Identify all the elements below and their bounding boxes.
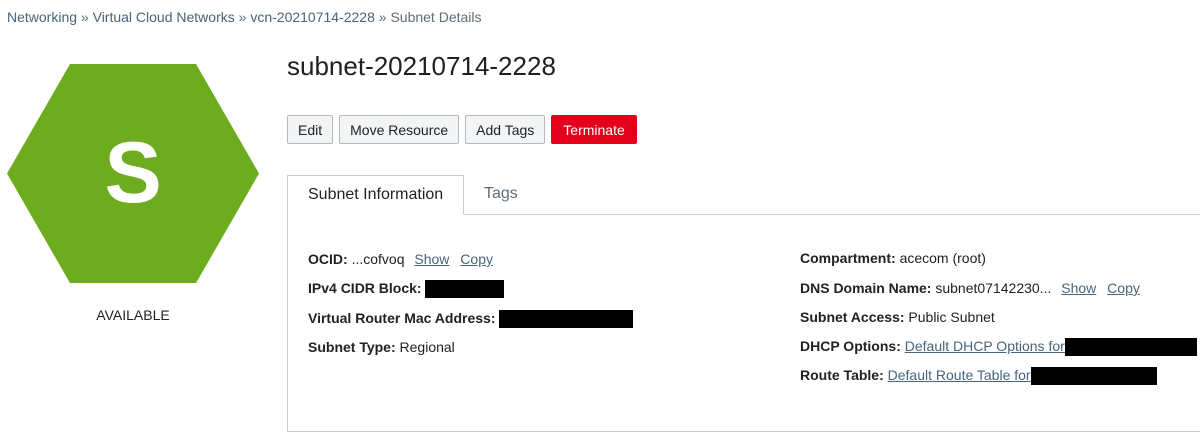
tab-bar: Subnet Information Tags [287, 175, 1200, 215]
action-bar: Edit Move Resource Add Tags Terminate [287, 115, 643, 144]
breadcrumb-current: Subnet Details [390, 9, 482, 25]
dns-domain-value: subnet07142230... [935, 280, 1052, 296]
terminate-button[interactable]: Terminate [551, 115, 637, 144]
dhcp-options-link[interactable]: Default DHCP Options for [905, 338, 1065, 354]
breadcrumb-vcn[interactable]: vcn-20210714-2228 [250, 9, 375, 25]
redacted-route-table-value [1030, 367, 1157, 386]
lifecycle-state: AVAILABLE [96, 307, 170, 323]
route-table-label: Route Table: [800, 367, 884, 383]
ipv4-cidr-field: IPv4 CIDR Block: [308, 280, 505, 299]
dhcp-options-label: DHCP Options: [800, 338, 901, 354]
virtual-router-mac-label: Virtual Router Mac Address: [308, 310, 496, 326]
dns-show-link[interactable]: Show [1061, 280, 1096, 296]
resource-letter: S [104, 125, 162, 221]
ocid-copy-link[interactable]: Copy [460, 251, 493, 267]
breadcrumb-separator: » [80, 9, 89, 25]
subnet-access-value: Public Subnet [908, 309, 995, 325]
move-resource-button[interactable]: Move Resource [339, 115, 460, 144]
subnet-type-field: Subnet Type: Regional [308, 339, 455, 355]
dns-domain-label: DNS Domain Name: [800, 280, 932, 296]
ipv4-cidr-label: IPv4 CIDR Block: [308, 280, 422, 296]
dns-copy-link[interactable]: Copy [1107, 280, 1140, 296]
route-table-link[interactable]: Default Route Table for [888, 367, 1031, 383]
breadcrumb-separator: » [238, 9, 247, 25]
breadcrumb-separator: » [378, 9, 387, 25]
dhcp-options-field: DHCP Options: Default DHCP Options for [800, 338, 1197, 357]
route-table-field: Route Table: Default Route Table for [800, 367, 1157, 386]
resource-hexagon-icon: S [7, 64, 259, 283]
redacted-dhcp-value [1064, 338, 1197, 357]
ocid-show-link[interactable]: Show [414, 251, 449, 267]
subnet-information-panel: OCID: ...cofvoq Show Copy IPv4 CIDR Bloc… [287, 214, 1200, 432]
redacted-mac-value [499, 310, 634, 329]
tab-tags[interactable]: Tags [484, 175, 518, 214]
compartment-value: acecom (root) [899, 250, 986, 266]
breadcrumb-networking[interactable]: Networking [7, 9, 77, 25]
add-tags-button[interactable]: Add Tags [465, 115, 546, 144]
subnet-type-label: Subnet Type: [308, 339, 396, 355]
virtual-router-mac-field: Virtual Router Mac Address: [308, 310, 634, 329]
compartment-field: Compartment: acecom (root) [800, 250, 986, 266]
ocid-value: ...cofvoq [351, 251, 405, 267]
subnet-type-value: Regional [399, 339, 455, 355]
ocid-label: OCID: [308, 251, 348, 267]
breadcrumb: Networking » Virtual Cloud Networks » vc… [7, 9, 482, 25]
dns-domain-field: DNS Domain Name: subnet07142230... Show … [800, 280, 1140, 296]
breadcrumb-virtual-cloud-networks[interactable]: Virtual Cloud Networks [93, 9, 235, 25]
tab-subnet-information[interactable]: Subnet Information [287, 175, 464, 215]
subnet-access-field: Subnet Access: Public Subnet [800, 309, 995, 325]
compartment-label: Compartment: [800, 250, 896, 266]
subnet-access-label: Subnet Access: [800, 309, 905, 325]
redacted-cidr-value [425, 280, 505, 299]
ocid-field: OCID: ...cofvoq Show Copy [308, 251, 493, 267]
page-title: subnet-20210714-2228 [287, 51, 556, 81]
edit-button[interactable]: Edit [287, 115, 334, 144]
